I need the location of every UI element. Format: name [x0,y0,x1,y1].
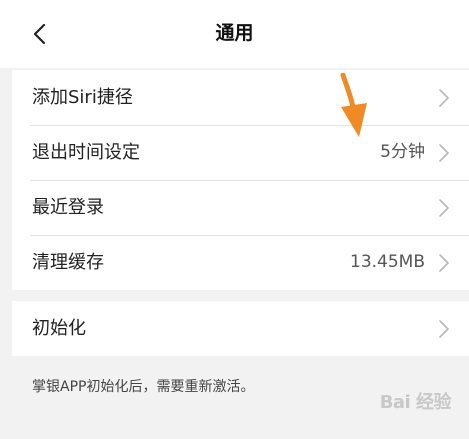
chevron-right-icon [439,254,449,272]
chevron-right-icon [439,199,449,217]
page-title: 通用 [215,22,254,44]
chevron-right-icon [439,320,449,338]
row-label: 清理缓存 [32,252,104,273]
row-value: 13.45MB [350,252,425,272]
settings-row-clear-cache[interactable]: 清理缓存 13.45MB [12,235,469,290]
row-label: 初始化 [32,318,86,339]
settings-row-add-siri-shortcut[interactable]: 添加Siri捷径 [12,70,469,125]
chevron-right-icon [439,89,449,107]
settings-row-recent-login[interactable]: 最近登录 [12,180,469,235]
reset-note: 掌银APP初始化后，需要重新激活。 [32,379,255,395]
settings-row-logout-time[interactable]: 退出时间设定 5分钟 [12,125,469,180]
settings-row-initialize[interactable]: 初始化 [12,301,469,356]
row-value: 5分钟 [380,142,425,162]
settings-group-main: 添加Siri捷径 退出时间设定 5分钟 最近登录 清理缓存 13.45MB [12,70,469,290]
navigation-bar: 通用 [0,0,469,68]
settings-group-reset: 初始化 [12,301,469,356]
row-label: 添加Siri捷径 [32,87,133,108]
row-label: 退出时间设定 [32,142,140,163]
chevron-right-icon [439,144,449,162]
watermark: Bai 经验 [379,392,452,413]
row-label: 最近登录 [32,197,104,218]
